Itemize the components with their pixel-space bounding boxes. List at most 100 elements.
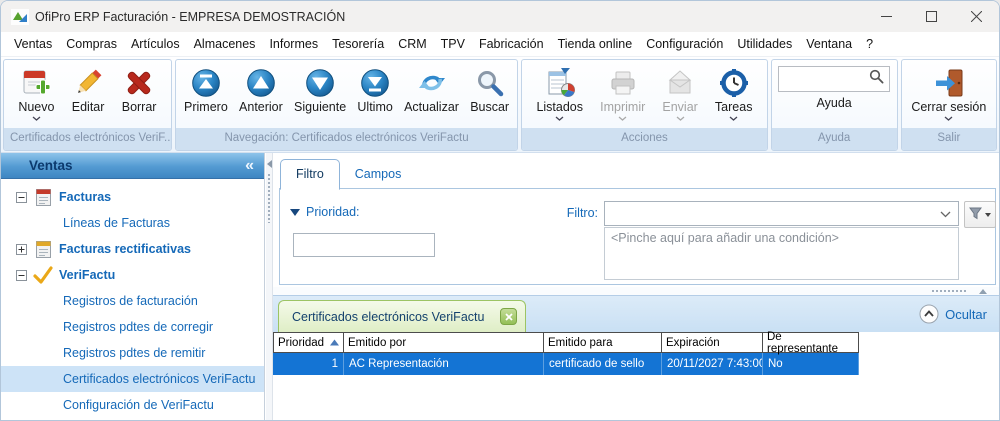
filter-panel: Prioridad: Filtro: <Pinche aquí para aña… (279, 188, 996, 285)
menu-item-ayuda[interactable]: ? (859, 34, 880, 54)
splitter-grip[interactable] (931, 289, 967, 294)
triangle-up-icon[interactable] (979, 289, 987, 294)
invoice-icon (33, 240, 53, 259)
reports-icon (544, 65, 576, 100)
sort-asc-icon (330, 337, 339, 349)
siguiente-button[interactable]: Siguiente (291, 63, 349, 116)
menu-bar: Ventas Compras Artículos Almacenes Infor… (1, 32, 999, 57)
toolbar-group-actions: Listados Imprimir Enviar Tareas Acciones (521, 59, 768, 151)
listados-button[interactable]: Listados (533, 63, 586, 124)
prioridad-input[interactable] (293, 233, 435, 257)
actualizar-button[interactable]: Actualizar (401, 63, 462, 116)
menu-item-informes[interactable]: Informes (262, 34, 325, 54)
send-icon (664, 65, 696, 100)
sidebar-item-registros-de-facturacion[interactable]: Registros de facturación (1, 288, 264, 314)
menu-item-configuracion[interactable]: Configuración (639, 34, 730, 54)
menu-item-almacenes[interactable]: Almacenes (187, 34, 263, 54)
menu-item-ventana[interactable]: Ventana (799, 34, 859, 54)
menu-item-tpv[interactable]: TPV (434, 34, 472, 54)
next-icon (305, 65, 335, 100)
results-splitter[interactable] (273, 287, 999, 295)
menu-item-tienda-online[interactable]: Tienda online (551, 34, 640, 54)
menu-item-crm[interactable]: CRM (391, 34, 433, 54)
table-row[interactable]: 1 AC Representación certificado de sello… (273, 353, 859, 375)
filtro-combobox[interactable] (604, 201, 959, 226)
menu-item-articulos[interactable]: Artículos (124, 34, 187, 54)
menu-item-utilidades[interactable]: Utilidades (730, 34, 799, 54)
results-tab-certificados[interactable]: Certificados electrónicos VeriFactu (278, 300, 526, 332)
column-header-emitido-por[interactable]: Emitido por (344, 333, 544, 352)
previous-icon (246, 65, 276, 100)
check-icon (33, 266, 53, 284)
sidebar-item-registros-pdtes-de-corregir[interactable]: Registros pdtes de corregir (1, 314, 264, 340)
close-button[interactable] (954, 1, 999, 32)
help-search-input[interactable] (783, 72, 870, 86)
toolbar-group-navigation: Primero Anterior Siguiente Ultimo Actual… (174, 59, 519, 151)
toolbar-group-records: Nuevo Editar Borrar Certificados electró… (3, 59, 172, 151)
new-icon (20, 65, 52, 100)
sidebar-item-lineas-de-facturas[interactable]: Líneas de Facturas (1, 210, 264, 236)
help-search-icon (869, 69, 884, 89)
toolbar-group-caption: Salir (901, 128, 996, 150)
imprimir-button[interactable]: Imprimir (597, 63, 648, 124)
chevron-down-icon (944, 116, 953, 122)
filter-condition-box[interactable]: <Pinche aquí para añadir una condición> (604, 227, 959, 280)
prioridad-section-toggle[interactable]: Prioridad: (290, 205, 360, 219)
column-header-de-representante[interactable]: De representante (763, 331, 859, 355)
menu-item-compras[interactable]: Compras (59, 34, 124, 54)
sidebar-item-certificados-electronicos-verifactu[interactable]: Certificados electrónicos VeriFactu (1, 366, 264, 392)
sidebar-item-configuracion-de-verifactu[interactable]: Configuración de VeriFactu (1, 392, 264, 418)
ocultar-button[interactable]: Ocultar (919, 296, 987, 332)
column-header-prioridad[interactable]: Prioridad (274, 333, 344, 352)
maximize-button[interactable] (909, 1, 954, 32)
sidebar-item-facturas-rectificativas[interactable]: Facturas rectificativas (1, 236, 264, 262)
collapse-left-icon[interactable] (266, 160, 272, 168)
ultimo-button[interactable]: Ultimo (354, 63, 395, 116)
filter-options-button[interactable] (964, 201, 996, 228)
print-icon (607, 65, 639, 100)
sidebar-header[interactable]: Ventas « (1, 153, 264, 179)
prioridad-label: Prioridad: (306, 205, 360, 219)
logout-icon (932, 65, 966, 100)
tab-campos[interactable]: Campos (340, 160, 417, 189)
titlebar: OfiPro ERP Facturación - EMPRESA DEMOSTR… (1, 1, 999, 32)
buscar-button[interactable]: Buscar (467, 63, 512, 116)
app-window: OfiPro ERP Facturación - EMPRESA DEMOSTR… (0, 0, 1000, 421)
toolbar-group-help: Ayuda Ayuda (770, 59, 898, 151)
ayuda-label: Ayuda (816, 96, 852, 110)
column-header-emitido-para[interactable]: Emitido para (544, 333, 662, 352)
nuevo-button[interactable]: Nuevo (15, 63, 57, 124)
borrar-button[interactable]: Borrar (119, 63, 160, 116)
chevron-down-icon (729, 116, 738, 122)
menu-item-ventas[interactable]: Ventas (7, 34, 59, 54)
sidebar-item-registros-pdtes-de-remitir[interactable]: Registros pdtes de remitir (1, 340, 264, 366)
menu-item-fabricacion[interactable]: Fabricación (472, 34, 551, 54)
menu-item-tesoreria[interactable]: Tesorería (325, 34, 391, 54)
collapse-node-icon[interactable] (16, 191, 27, 203)
collapse-node-icon[interactable] (16, 269, 27, 281)
minimize-button[interactable] (864, 1, 909, 32)
splitter-grip[interactable] (266, 173, 272, 223)
collapse-sidebar-icon[interactable]: « (245, 157, 254, 174)
close-tab-icon[interactable] (500, 308, 517, 325)
editar-label: Editar (71, 100, 105, 114)
results-table: Prioridad Emitido por Emitido para Expir… (273, 331, 859, 375)
enviar-button[interactable]: Enviar (659, 63, 700, 124)
app-logo-icon (11, 8, 29, 25)
tab-filtro[interactable]: Filtro (280, 159, 340, 190)
primero-button[interactable]: Primero (181, 63, 231, 116)
editar-button[interactable]: Editar (69, 63, 108, 116)
filter-tabs: Filtro Campos (273, 153, 999, 190)
expand-node-icon[interactable] (16, 243, 27, 255)
sidebar-splitter[interactable] (266, 153, 273, 420)
help-search-box[interactable] (778, 66, 891, 92)
delete-icon (123, 65, 155, 100)
filtro-label: Filtro: (566, 206, 598, 220)
column-header-expiracion[interactable]: Expiración (662, 333, 763, 352)
anterior-button[interactable]: Anterior (236, 63, 286, 116)
chevron-up-circle-icon (919, 304, 939, 324)
tareas-button[interactable]: Tareas (712, 63, 756, 124)
cerrar-sesion-button[interactable]: Cerrar sesión (908, 63, 989, 124)
sidebar-item-verifactu[interactable]: VeriFactu (1, 262, 264, 288)
sidebar-item-facturas[interactable]: Facturas (1, 184, 264, 210)
